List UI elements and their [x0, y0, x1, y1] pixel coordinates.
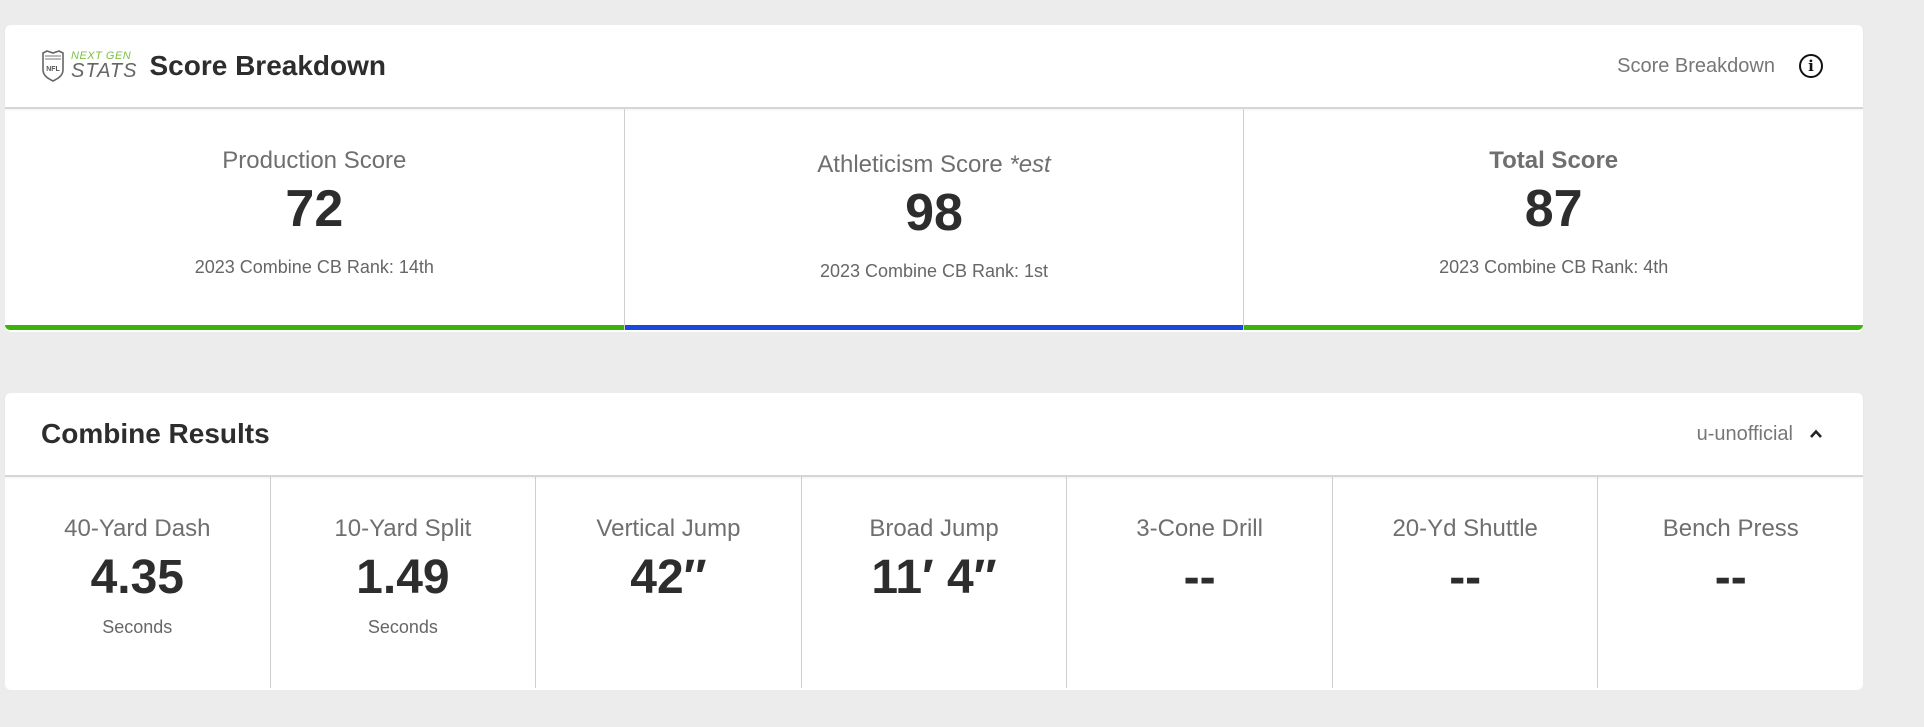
svg-text:NFL: NFL	[46, 66, 60, 73]
result-label: Broad Jump	[869, 515, 999, 542]
result-value: 4.35	[90, 551, 184, 604]
result-vertical-jump: Vertical Jump 42″	[536, 477, 802, 688]
chevron-up-icon[interactable]	[1809, 427, 1823, 441]
score-bar	[624, 325, 1244, 330]
score-bar	[1244, 325, 1864, 330]
result-value: 11′ 4″	[871, 551, 997, 604]
result-value: --	[1714, 551, 1747, 604]
result-unit: Seconds	[102, 617, 173, 638]
combine-results-title: Combine Results	[41, 418, 270, 449]
logo-bottom-text: STATS	[71, 60, 138, 82]
next-gen-stats-logo: NFL NEXT GEN STATS	[41, 50, 137, 82]
result-label: 3-Cone Drill	[1136, 515, 1263, 542]
result-broad-jump: Broad Jump 11′ 4″	[802, 477, 1068, 688]
result-label: Vertical Jump	[596, 515, 741, 542]
result-value: 42″	[630, 551, 707, 604]
result-label: 10-Yard Split	[334, 515, 472, 542]
score-rank: 2023 Combine CB Rank: 1st	[819, 261, 1049, 281]
score-label: Athleticism Score *est	[625, 151, 1244, 179]
nfl-shield-icon: NFL	[42, 50, 64, 82]
result-20-yd-shuttle: 20-Yd Shuttle --	[1333, 477, 1599, 688]
score-panel-total: Total Score 87 2023 Combine CB Rank: 4th	[1244, 109, 1864, 330]
result-value: 1.49	[356, 551, 450, 604]
result-label: Bench Press	[1662, 515, 1799, 542]
score-breakdown-card: NFL NEXT GEN STATS Score Breakdown Score…	[5, 25, 1864, 332]
score-panels: Production Score 72 2023 Combine CB Rank…	[5, 109, 1864, 330]
result-value: --	[1449, 551, 1482, 604]
score-panel-athleticism: Athleticism Score *est 98 2023 Combine C…	[624, 109, 1245, 330]
score-label-text: Total Score	[1489, 147, 1619, 174]
result-bench-press: Bench Press --	[1598, 477, 1863, 688]
score-value: 87	[1524, 180, 1583, 238]
score-breakdown-title: Score Breakdown	[149, 50, 387, 81]
result-unit: Seconds	[367, 617, 438, 638]
unofficial-legend: u-unofficial	[1696, 422, 1793, 445]
result-label: 20-Yd Shuttle	[1392, 515, 1538, 542]
score-bar	[5, 325, 624, 330]
combine-results-grid: 40-Yard Dash 4.35 Seconds 10-Yard Split …	[5, 477, 1863, 688]
score-label: Total Score	[1244, 147, 1863, 175]
info-icon[interactable]: i	[1799, 54, 1823, 78]
score-label: Production Score	[5, 147, 624, 175]
score-panel-production: Production Score 72 2023 Combine CB Rank…	[5, 109, 625, 330]
result-value: --	[1183, 551, 1216, 604]
score-label-text: Athleticism Score	[817, 151, 1010, 178]
result-3-cone-drill: 3-Cone Drill --	[1067, 477, 1333, 688]
combine-results-header[interactable]: Combine Results u-unofficial	[5, 393, 1863, 477]
result-40-yard-dash: 40-Yard Dash 4.35 Seconds	[5, 477, 271, 688]
score-breakdown-header: NFL NEXT GEN STATS Score Breakdown Score…	[5, 25, 1863, 109]
score-breakdown-right-label: Score Breakdown	[1617, 54, 1775, 77]
score-label-text: Production Score	[222, 147, 407, 174]
result-10-yard-split: 10-Yard Split 1.49 Seconds	[271, 477, 537, 688]
score-value: 72	[285, 180, 344, 238]
estimate-marker: *est	[1009, 151, 1051, 178]
score-rank: 2023 Combine CB Rank: 4th	[1439, 257, 1669, 277]
score-rank: 2023 Combine CB Rank: 14th	[194, 257, 434, 277]
combine-results-card: Combine Results u-unofficial 40-Yard Das…	[5, 393, 1863, 690]
score-value: 98	[905, 184, 963, 242]
result-label: 40-Yard Dash	[64, 515, 211, 542]
